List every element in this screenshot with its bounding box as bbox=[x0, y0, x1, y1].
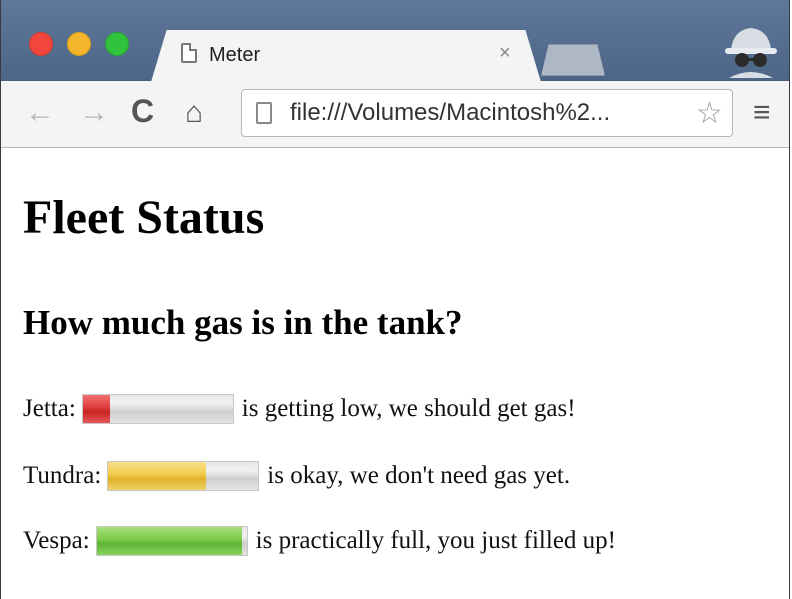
vehicle-status: is practically full, you just filled up! bbox=[255, 527, 616, 554]
close-window-button[interactable] bbox=[29, 32, 53, 56]
vehicle-name: Jetta: bbox=[23, 395, 76, 422]
vehicle-name: Vespa: bbox=[23, 527, 90, 554]
tab-meter[interactable]: Meter × bbox=[151, 30, 541, 82]
gas-meter-fill bbox=[96, 527, 243, 555]
gas-meter-fill bbox=[82, 395, 110, 423]
page-icon bbox=[181, 43, 197, 63]
gas-meter bbox=[95, 526, 248, 556]
browser-window: Meter × ← → C ⌂ file:///Volumes/Macintos… bbox=[0, 0, 790, 599]
back-icon[interactable]: ← bbox=[25, 97, 55, 129]
vehicle-name: Tundra: bbox=[23, 462, 102, 489]
tab-close-icon[interactable]: × bbox=[499, 42, 511, 65]
forward-icon[interactable]: → bbox=[79, 97, 109, 129]
home-icon[interactable]: ⌂ bbox=[185, 97, 203, 129]
gas-meter bbox=[81, 394, 234, 424]
incognito-icon bbox=[725, 28, 777, 78]
page-title: Fleet Status bbox=[23, 191, 265, 244]
gas-meter bbox=[107, 461, 260, 491]
vehicle-row: Vespa: is practically full, you just fil… bbox=[23, 526, 616, 556]
vehicle-status: is okay, we don't need gas yet. bbox=[267, 462, 571, 489]
tab-strip: Meter × bbox=[1, 0, 789, 82]
gas-meter-fill bbox=[108, 462, 206, 490]
page-subtitle: How much gas is in the tank? bbox=[23, 303, 463, 342]
maximize-window-button[interactable] bbox=[105, 32, 129, 56]
reload-icon[interactable]: C bbox=[131, 95, 154, 127]
bookmark-star-icon[interactable]: ☆ bbox=[696, 96, 723, 131]
address-bar[interactable]: file:///Volumes/Macintosh%2... ☆ bbox=[241, 89, 733, 137]
page-icon bbox=[256, 102, 272, 124]
toolbar: ← → C ⌂ file:///Volumes/Macintosh%2... ☆… bbox=[1, 81, 789, 148]
vehicle-row: Jetta: is getting low, we should get gas… bbox=[23, 394, 576, 424]
minimize-window-button[interactable] bbox=[67, 32, 91, 56]
vehicle-row: Tundra: is okay, we don't need gas yet. bbox=[23, 461, 570, 491]
tab-title: Meter bbox=[209, 44, 261, 66]
new-tab-button[interactable] bbox=[541, 44, 605, 76]
menu-icon[interactable]: ≡ bbox=[753, 96, 771, 130]
vehicle-status: is getting low, we should get gas! bbox=[241, 395, 576, 422]
address-text[interactable]: file:///Volumes/Macintosh%2... bbox=[290, 99, 610, 127]
